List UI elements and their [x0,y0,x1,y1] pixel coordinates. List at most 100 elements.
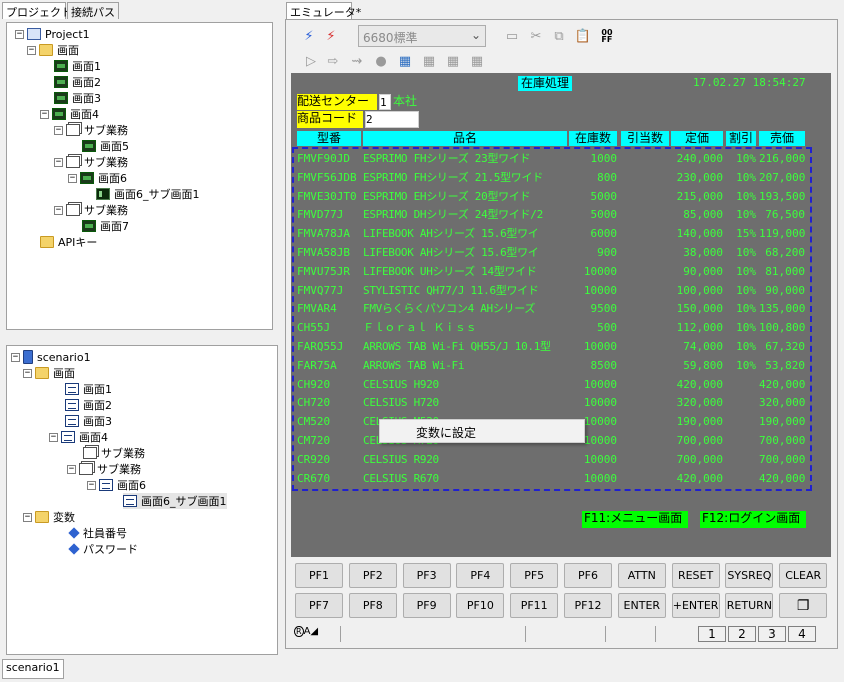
table-cell[interactable] [726,377,756,392]
key-pf12[interactable]: PF12 [564,593,612,618]
tree-item[interactable]: 画面7 [82,218,129,234]
table-cell[interactable]: 10000 [569,452,617,467]
key-enter[interactable]: ENTER [617,593,666,618]
table-cell[interactable]: FMVA78JA [297,226,361,241]
table-cell[interactable]: 10000 [569,283,617,298]
table-cell[interactable]: 190,000 [671,414,723,429]
tree-item[interactable]: − サブ業務 [54,154,128,170]
table-cell[interactable]: 230,000 [671,170,723,185]
page-button-1[interactable]: 1 [698,626,726,642]
table-cell[interactable]: 10% [726,320,756,335]
table-cell[interactable] [621,151,669,166]
table-cell[interactable] [621,283,669,298]
play-icon[interactable]: ▷ [302,52,320,70]
collapse-toggle-icon[interactable]: − [11,352,20,362]
table-cell[interactable]: 90,000 [671,264,723,279]
table-cell[interactable] [726,471,756,486]
tree-item[interactable]: − 変数 [23,509,75,525]
table-cell[interactable]: FMVU75JR [297,264,361,279]
table-cell[interactable]: 10% [726,301,756,316]
collapse-toggle-icon[interactable]: − [87,480,96,490]
tab-connection-path[interactable]: 接続パス [67,2,119,19]
collapse-toggle-icon[interactable]: − [67,464,76,474]
tree-item[interactable]: 画面1 [65,381,112,397]
key-plus-enter[interactable]: +ENTER [671,593,720,618]
table-cell[interactable]: FMVF56JDB [297,170,361,185]
table-cell[interactable]: 900 [569,245,617,260]
table-cell[interactable]: 119,000 [759,226,805,241]
tree-item[interactable]: 画面6_サブ画面1 [123,493,227,509]
table-cell[interactable]: 10% [726,339,756,354]
tree-item[interactable]: パスワード [68,541,138,557]
context-menu-item-set-variable[interactable]: 変数に設定 [416,426,476,440]
table-cell[interactable]: 76,500 [759,207,805,222]
tree-item[interactable]: − 画面 [27,42,79,58]
table-cell[interactable]: 420,000 [759,471,805,486]
table-cell[interactable]: Ｆｌｏｒａｌ Ｋｉｓｓ [363,320,567,335]
copy-icon[interactable]: ⧉ [550,27,568,45]
tree-item[interactable]: 画面2 [65,397,112,413]
table-cell[interactable]: 10% [726,151,756,166]
table-cell[interactable] [621,170,669,185]
table-cell[interactable]: 320,000 [759,395,805,410]
page-button-2[interactable]: 2 [728,626,756,642]
collapse-toggle-icon[interactable]: − [27,45,36,55]
layout-icon-3[interactable]: ▦ [468,52,486,70]
table-cell[interactable] [621,377,669,392]
table-cell[interactable]: CELSIUS R670 [363,471,567,486]
table-cell[interactable]: 190,000 [759,414,805,429]
table-cell[interactable]: 10% [726,245,756,260]
key-return[interactable]: RETURN [725,593,774,618]
paste-icon[interactable]: 📋 [574,27,592,45]
table-cell[interactable]: ESPRIMO FHシリーズ 21.5型ワイド [363,170,567,185]
table-cell[interactable] [621,301,669,316]
table-cell[interactable]: 216,000 [759,151,805,166]
table-cell[interactable]: 38,000 [671,245,723,260]
table-cell[interactable]: 10% [726,283,756,298]
window-toggle-button[interactable]: ❐ [779,593,828,618]
table-cell[interactable]: CELSIUS H720 [363,395,567,410]
key-attn[interactable]: ATTN [617,563,666,588]
table-cell[interactable]: ESPRIMO DHシリーズ 24型ワイド/2 [363,207,567,222]
key-pf9[interactable]: PF9 [402,593,451,618]
table-cell[interactable]: 215,000 [671,189,723,204]
table-cell[interactable]: 81,000 [759,264,805,279]
table-cell[interactable]: 10% [726,264,756,279]
context-menu[interactable]: 変数に設定 [379,419,585,443]
collapse-toggle-icon[interactable]: − [68,173,77,183]
tree-item[interactable]: − 画面4 [49,429,108,445]
key-pf1[interactable]: PF1 [295,563,343,588]
table-cell[interactable] [621,226,669,241]
table-cell[interactable]: 100,000 [671,283,723,298]
table-cell[interactable] [621,471,669,486]
table-cell[interactable]: CR920 [297,452,361,467]
table-cell[interactable]: FMVQ77J [297,283,361,298]
tree-item[interactable]: − 画面4 [40,106,99,122]
disconnect-icon[interactable]: ⚡ [322,27,340,45]
table-cell[interactable]: ARROWS TAB Wi-Fi QH55/J 10.1型 [363,339,567,354]
table-cell[interactable] [621,395,669,410]
table-cell[interactable] [726,395,756,410]
record-icon[interactable]: ● [372,52,390,70]
table-cell[interactable]: LIFEBOOK UHシリーズ 14型ワイド [363,264,567,279]
collapse-toggle-icon[interactable]: − [54,205,63,215]
table-cell[interactable] [726,433,756,448]
key-pf10[interactable]: PF10 [456,593,505,618]
emulator-screen[interactable]: 在庫処理 17.02.27 18:54:27 配送センター 1 本社 商品コード… [291,73,831,557]
connect-icon[interactable]: ⚡ [300,27,318,45]
cut-icon[interactable]: ✂ [527,27,545,45]
key-pf7[interactable]: PF7 [295,593,343,618]
table-cell[interactable]: 150,000 [671,301,723,316]
tree-item[interactable]: − 画面6 [87,477,146,493]
table-cell[interactable]: 5000 [569,189,618,204]
tree-item[interactable]: − サブ業務 [54,122,128,138]
table-cell[interactable]: 9500 [569,301,618,316]
key-reset[interactable]: RESET [671,563,720,588]
table-cell[interactable]: 6000 [569,226,618,241]
table-cell[interactable] [726,452,756,467]
tree-item[interactable]: − Project1 [15,26,90,42]
key-pf8[interactable]: PF8 [348,593,397,618]
key-pf4[interactable]: PF4 [456,563,505,588]
table-cell[interactable]: 420,000 [671,471,723,486]
tree-item[interactable]: 画面3 [54,90,101,106]
